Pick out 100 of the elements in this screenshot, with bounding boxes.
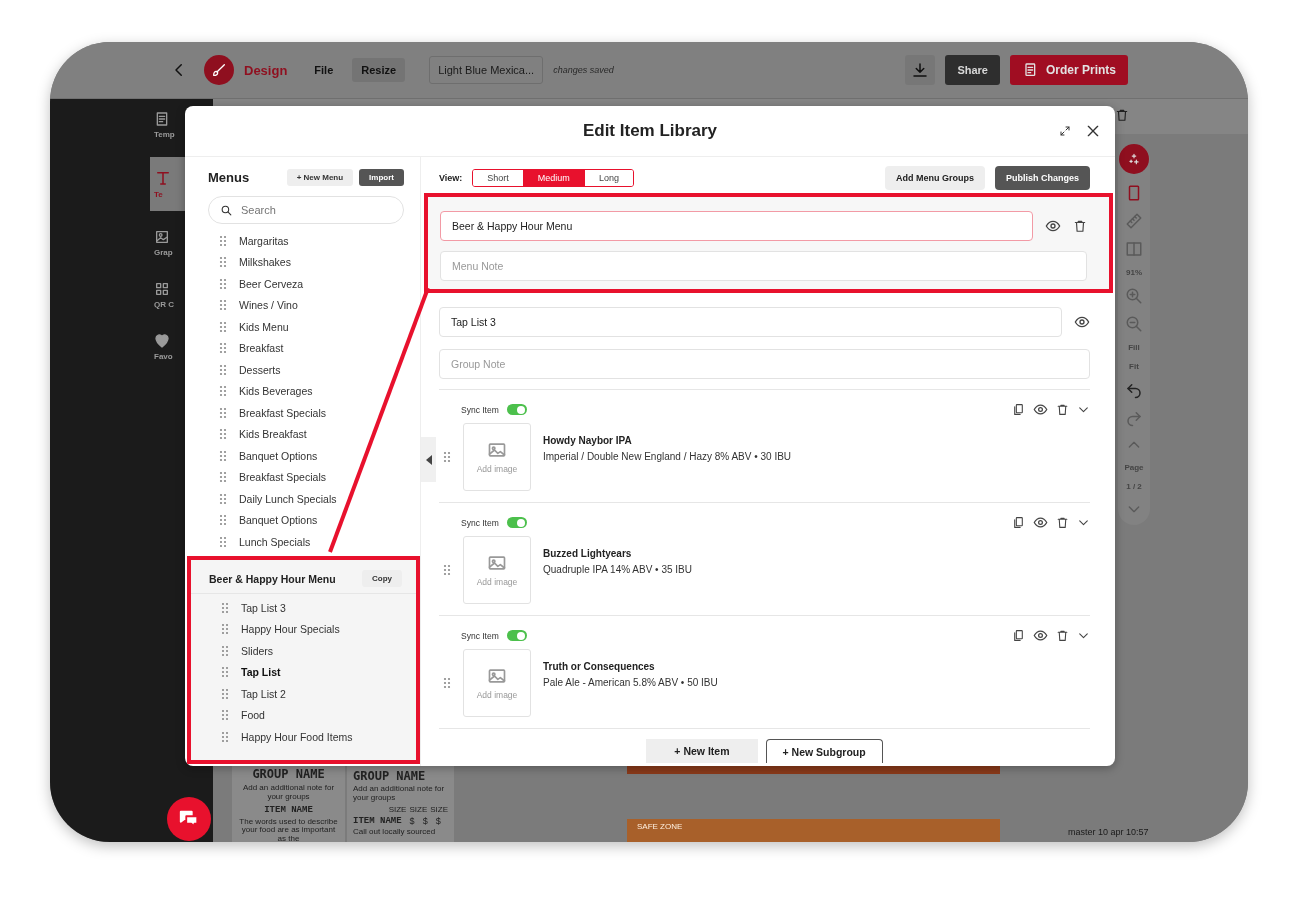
menu-list-item[interactable]: Margaritas: [239, 234, 289, 247]
menu-group-item[interactable]: Happy Hour Food Items: [241, 730, 353, 743]
drag-handle-icon[interactable]: [219, 299, 227, 312]
expand-icon: [1059, 125, 1071, 137]
trash-icon: [1056, 516, 1069, 529]
menu-list-item[interactable]: Banquet Options: [239, 514, 318, 527]
sidebar-item[interactable]: QR C: [150, 275, 185, 315]
drag-handle-icon[interactable]: [219, 535, 227, 548]
drag-handle-icon[interactable]: [221, 644, 229, 657]
drag-handle-icon[interactable]: [443, 451, 451, 463]
menu-group-item[interactable]: Sliders: [241, 644, 274, 657]
drag-handle-icon[interactable]: [219, 514, 227, 527]
magic-button[interactable]: [1119, 144, 1149, 174]
expand-button[interactable]: [1059, 125, 1071, 137]
drag-handle-icon[interactable]: [221, 709, 229, 722]
drag-handle-icon[interactable]: [219, 406, 227, 419]
drag-handle-icon[interactable]: [219, 449, 227, 462]
drag-handle-icon[interactable]: [221, 687, 229, 700]
eye-icon: [1033, 628, 1048, 643]
sidebar-item[interactable]: Grap: [150, 223, 185, 263]
menu-list-item[interactable]: Kids Breakfast: [239, 428, 307, 441]
menu-list-item[interactable]: Daily Lunch Specials: [239, 492, 337, 505]
sync-item-label: Sync Item: [461, 630, 499, 641]
drag-handle-icon[interactable]: [443, 564, 451, 576]
copy-icon: [1012, 403, 1025, 416]
item-name-text: ITEM NAME: [264, 804, 313, 815]
download-button[interactable]: [905, 55, 936, 85]
view-option[interactable]: Medium: [523, 170, 585, 186]
drag-handle-icon[interactable]: [219, 428, 227, 441]
menu-list-item[interactable]: Beer Cerveza: [239, 277, 304, 290]
menu-list-item[interactable]: Kids Menu: [239, 320, 289, 333]
import-button[interactable]: Import: [359, 169, 404, 186]
close-button[interactable]: [1085, 123, 1101, 139]
menu-list-item[interactable]: Kids Beverages: [239, 385, 313, 398]
menu-list-item[interactable]: Desserts: [239, 363, 281, 376]
drag-handle-icon[interactable]: [443, 677, 451, 689]
drag-handle-icon[interactable]: [219, 234, 227, 247]
drag-handle-icon[interactable]: [219, 363, 227, 376]
sync-item-label: Sync Item: [461, 404, 499, 415]
drag-handle-icon[interactable]: [221, 623, 229, 636]
menu-note-field[interactable]: Menu Note: [440, 251, 1087, 281]
drag-handle-icon[interactable]: [221, 666, 229, 679]
group-note-field[interactable]: Group Note: [439, 349, 1090, 379]
drag-handle-icon[interactable]: [219, 385, 227, 398]
size-label: SIZE: [409, 804, 428, 814]
menu-list-item[interactable]: Wines / Vino: [239, 299, 298, 312]
menu-list-item[interactable]: Breakfast Specials: [239, 471, 326, 484]
menu-group-item[interactable]: Tap List 2: [241, 687, 286, 700]
text-icon: [154, 169, 172, 187]
item-name: Buzzed Lightyears: [543, 548, 633, 559]
menu-name-field[interactable]: Beer & Happy Hour Menu: [440, 211, 1033, 241]
size-label: SIZE: [388, 804, 407, 814]
ruler-icon: [1125, 212, 1143, 230]
new-subgroup-button[interactable]: + New Subgroup: [765, 739, 883, 763]
trash-icon: [1056, 629, 1069, 642]
document-name-field[interactable]: Light Blue Mexica...: [429, 56, 544, 84]
sync-toggle[interactable]: [506, 517, 527, 528]
drag-handle-icon[interactable]: [219, 492, 227, 505]
sidebar-item[interactable]: Temp: [150, 105, 185, 145]
menu-group-item[interactable]: Happy Hour Specials: [241, 623, 340, 636]
copy-icon: [1012, 629, 1025, 642]
trash-icon: [1056, 403, 1069, 416]
drag-handle-icon[interactable]: [219, 342, 227, 355]
publish-changes-button[interactable]: Publish Changes: [995, 166, 1090, 190]
drag-handle-icon[interactable]: [219, 471, 227, 484]
new-item-button[interactable]: + New Item: [646, 739, 758, 763]
menu-group-item[interactable]: Food: [241, 709, 265, 722]
add-menu-groups-button[interactable]: Add Menu Groups: [885, 166, 985, 190]
heart-icon: [154, 333, 170, 349]
menu-list-item[interactable]: Milkshakes: [239, 256, 291, 269]
sync-toggle[interactable]: [506, 630, 527, 641]
copy-icon: [1012, 516, 1025, 529]
group-name-field[interactable]: Tap List 3: [439, 307, 1062, 337]
collapse-button[interactable]: [421, 437, 436, 482]
drag-handle-icon[interactable]: [219, 320, 227, 333]
menu-item[interactable]: File: [305, 58, 343, 82]
new-menu-button[interactable]: + New Menu: [286, 169, 354, 186]
sidebar-item[interactable]: Favo: [150, 327, 185, 367]
menu-list-item[interactable]: Breakfast Specials: [239, 406, 326, 419]
share-button[interactable]: Share: [945, 55, 1000, 85]
order-prints-button[interactable]: Order Prints: [1009, 55, 1128, 85]
size-label: SIZE: [430, 804, 448, 814]
template-icon: [154, 111, 170, 127]
drag-handle-icon[interactable]: [221, 730, 229, 743]
menu-list-item[interactable]: Banquet Options: [239, 449, 318, 462]
drag-handle-icon[interactable]: [219, 256, 227, 269]
menu-list-item[interactable]: Lunch Specials: [239, 535, 311, 548]
search-field[interactable]: Search: [208, 196, 404, 224]
menu-list-item[interactable]: Breakfast: [239, 342, 284, 355]
drag-handle-icon[interactable]: [219, 277, 227, 290]
menu-item[interactable]: Resize: [352, 58, 406, 82]
copy-button[interactable]: Copy: [362, 570, 402, 587]
zoom-out-icon: [1125, 315, 1143, 333]
menu-group-item[interactable]: Tap List: [241, 666, 281, 679]
image-icon: [487, 553, 507, 573]
sync-toggle[interactable]: [506, 404, 527, 415]
view-option[interactable]: Short: [473, 170, 524, 186]
menu-group-item[interactable]: Tap List 3: [241, 601, 286, 614]
drag-handle-icon[interactable]: [221, 601, 229, 614]
price-text: $: [435, 815, 441, 826]
